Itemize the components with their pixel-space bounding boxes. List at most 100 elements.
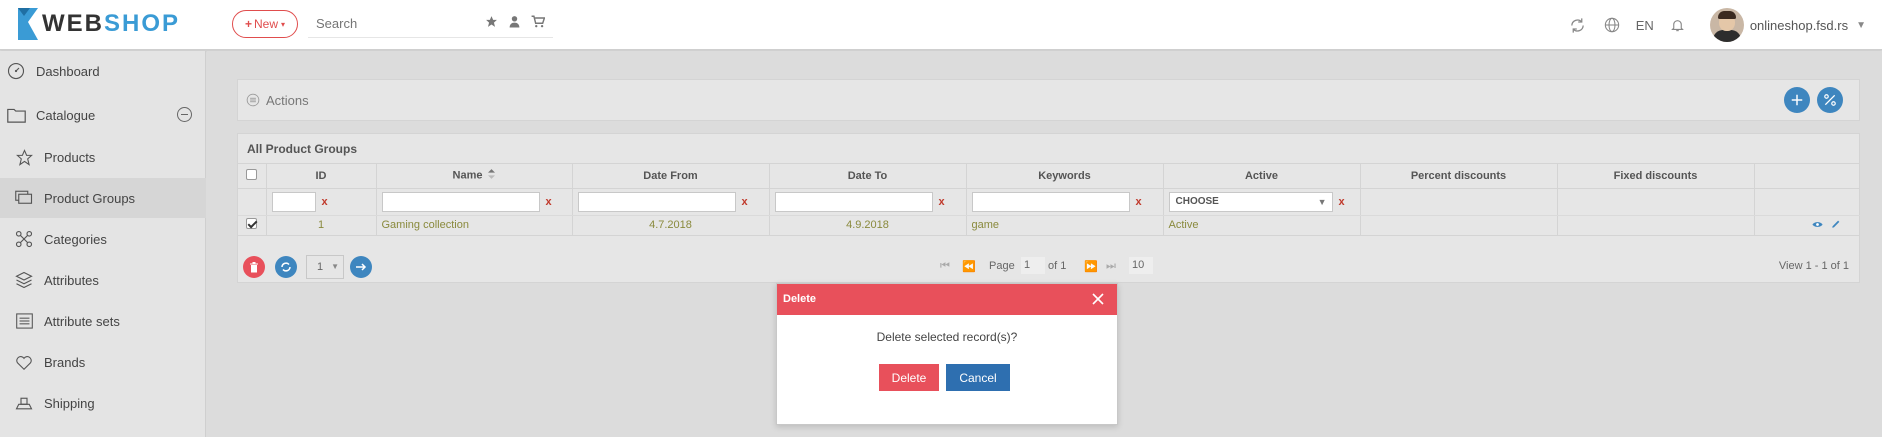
cell-id: 1 — [266, 215, 377, 236]
cell-keywords: game — [966, 215, 1164, 236]
shipping-icon — [14, 393, 34, 413]
product-groups-grid: All Product Groups ID Name Date From Dat… — [237, 133, 1860, 283]
clear-filter-id[interactable]: x — [322, 196, 328, 208]
menu-icon[interactable] — [246, 93, 260, 107]
filter-id-input[interactable] — [271, 191, 316, 212]
filter-row: x x x x x CHOOSE ▼ x — [238, 188, 1860, 216]
next-page-icon[interactable]: ⏩ — [1084, 260, 1098, 273]
column-header-active[interactable]: Active — [1163, 164, 1361, 189]
column-header-name[interactable]: Name — [376, 164, 573, 189]
dashboard-icon — [6, 61, 26, 81]
star-icon — [14, 147, 34, 167]
sidebar-item-categories[interactable]: Categories — [0, 219, 206, 259]
layers-icon — [14, 270, 34, 290]
cart-icon[interactable] — [531, 15, 545, 28]
column-header-date-to[interactable]: Date To — [769, 164, 967, 189]
collapse-icon[interactable] — [177, 107, 192, 122]
logo-text: WEBSHOP — [42, 10, 181, 37]
prev-page-icon[interactable]: ⏪ — [962, 260, 976, 273]
filter-name-input[interactable] — [381, 191, 540, 212]
new-button[interactable]: + New ▾ — [232, 10, 298, 38]
edit-icon[interactable] — [1831, 219, 1841, 229]
cell-name: Gaming collection — [376, 215, 573, 236]
dialog-header: Delete — [777, 284, 1117, 315]
chevron-down-icon: ▼ — [331, 262, 339, 271]
dialog-message: Delete selected record(s)? — [876, 330, 1018, 344]
refresh-icon[interactable] — [1568, 15, 1588, 35]
rows-per-page[interactable]: 10 — [1129, 257, 1153, 274]
sidebar-item-dashboard[interactable]: Dashboard — [0, 51, 206, 91]
sidebar-item-catalogue[interactable]: Catalogue — [0, 95, 206, 135]
close-icon[interactable] — [1091, 292, 1105, 306]
sort-icon[interactable] — [488, 169, 496, 182]
confirm-delete-button[interactable]: Delete — [879, 364, 939, 391]
filter-active-select[interactable]: CHOOSE ▼ — [1168, 191, 1333, 212]
filter-date-from-input[interactable] — [577, 191, 736, 212]
clear-filter-date-from[interactable]: x — [742, 196, 748, 208]
chevron-down-icon: ▾ — [281, 19, 286, 29]
logo[interactable]: WEBSHOP — [18, 6, 180, 42]
cancel-button[interactable]: Cancel — [946, 364, 1010, 391]
clear-filter-keywords[interactable]: x — [1136, 196, 1142, 208]
page-size-select[interactable]: 1 ▼ — [306, 255, 344, 279]
page-of-label: of 1 — [1048, 260, 1067, 272]
search-input[interactable] — [308, 10, 478, 36]
grid-title: All Product Groups — [238, 134, 1859, 164]
refresh-button[interactable] — [275, 256, 297, 278]
list-icon — [14, 311, 34, 331]
discount-button[interactable] — [1817, 87, 1843, 113]
sidebar-item-attribute-sets[interactable]: Attribute sets — [0, 301, 206, 341]
actions-label: Actions — [266, 92, 309, 108]
folder-icon — [6, 105, 26, 125]
logo-icon — [18, 8, 38, 40]
star-icon[interactable] — [485, 15, 498, 28]
arrow-right-icon — [356, 263, 367, 271]
page-number-input[interactable]: 1 — [1021, 257, 1045, 274]
column-header-date-from[interactable]: Date From — [572, 164, 770, 189]
column-header-keywords[interactable]: Keywords — [966, 164, 1164, 189]
clear-filter-active[interactable]: x — [1339, 196, 1345, 208]
globe-icon[interactable] — [1602, 15, 1622, 35]
sidebar-item-brands[interactable]: Brands — [0, 342, 206, 382]
go-button[interactable] — [350, 256, 372, 278]
sidebar-item-shipping[interactable]: Shipping — [0, 383, 206, 423]
delete-button[interactable] — [243, 256, 265, 278]
sidebar: Dashboard Catalogue Products Product Gro… — [0, 51, 206, 437]
sidebar-item-product-groups[interactable]: Product Groups — [0, 178, 206, 218]
product-groups-icon — [14, 188, 34, 208]
chevron-down-icon[interactable]: ▼ — [1856, 20, 1866, 31]
table-row[interactable]: 1 Gaming collection 4.7.2018 4.9.2018 ga… — [238, 215, 1860, 236]
cell-active: Active — [1163, 215, 1361, 236]
bell-icon[interactable] — [1668, 15, 1688, 35]
chevron-down-icon: ▼ — [1317, 196, 1327, 207]
filter-date-to-input[interactable] — [774, 191, 933, 212]
view-icon[interactable] — [1812, 220, 1823, 229]
column-header-fixed-discounts[interactable]: Fixed discounts — [1557, 164, 1755, 189]
actions-bar: Actions — [237, 79, 1860, 121]
clear-filter-date-to[interactable]: x — [939, 196, 945, 208]
row-checkbox[interactable] — [246, 218, 258, 229]
sidebar-item-products[interactable]: Products — [0, 137, 206, 177]
clear-filter-name[interactable]: x — [546, 196, 552, 208]
add-button[interactable] — [1784, 87, 1810, 113]
cell-date-from: 4.7.2018 — [572, 215, 770, 236]
product-groups-table: ID Name Date From Date To Keywords Activ… — [238, 164, 1860, 236]
column-header-id[interactable]: ID — [266, 164, 377, 189]
view-records-text: View 1 - 1 of 1 — [1778, 260, 1849, 272]
pager: 1 ▼ ⏮ ⏪ Page 1 of 1 ⏩ ⏭ 10 View 1 - 1 of … — [238, 252, 1859, 282]
last-page-icon[interactable]: ⏭ — [1106, 260, 1116, 273]
dialog-title: Delete — [783, 293, 817, 305]
filter-keywords-input[interactable] — [971, 191, 1130, 212]
select-all-checkbox[interactable] — [246, 168, 258, 180]
table-header-row: ID Name Date From Date To Keywords Activ… — [238, 164, 1860, 189]
user-icon[interactable] — [508, 15, 521, 28]
percent-icon — [1824, 94, 1836, 106]
avatar[interactable] — [1709, 8, 1744, 42]
username[interactable]: onlineshop.fsd.rs — [1750, 18, 1848, 33]
delete-dialog: Delete Delete selected record(s)? Delete… — [776, 283, 1118, 425]
first-page-icon[interactable]: ⏮ — [940, 260, 950, 273]
language-selector[interactable]: EN — [1636, 18, 1654, 33]
column-header-percent-discounts[interactable]: Percent discounts — [1360, 164, 1558, 189]
heart-icon — [14, 352, 34, 372]
sidebar-item-attributes[interactable]: Attributes — [0, 260, 206, 300]
